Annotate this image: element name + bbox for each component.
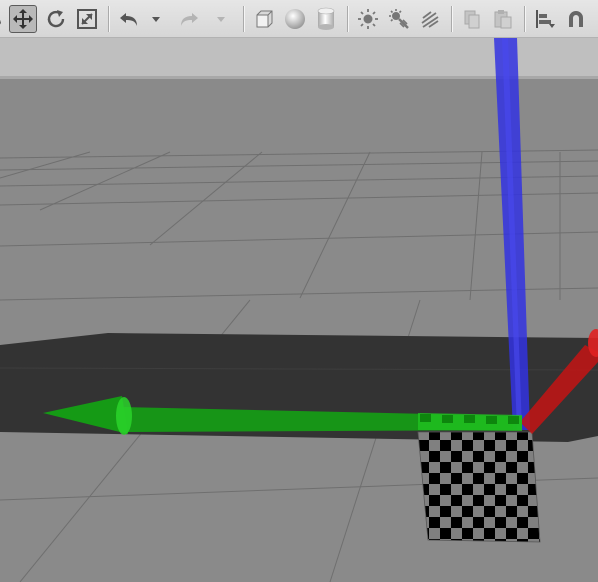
scale-mode-button[interactable]	[73, 5, 101, 33]
undo-icon	[120, 13, 137, 26]
dropdown-arrow-icon	[152, 17, 160, 22]
arrow-cursor-icon	[0, 19, 1, 25]
cylinder-icon	[317, 7, 335, 30]
scene-render	[0, 38, 598, 582]
rotate-mode-button[interactable]	[42, 5, 70, 33]
toolbar-separator	[524, 6, 526, 32]
redo-button[interactable]	[175, 5, 203, 33]
snap-button[interactable]	[562, 5, 590, 33]
scale-icon	[77, 9, 97, 29]
align-icon	[536, 10, 555, 28]
copy-icon	[464, 10, 480, 29]
redo-icon	[181, 13, 198, 26]
spot-light-icon	[389, 9, 409, 29]
sphere-shape-button[interactable]	[281, 5, 309, 33]
scene-viewport[interactable]	[0, 38, 598, 582]
paste-icon	[494, 10, 512, 29]
main-toolbar	[0, 0, 598, 38]
redo-history-button[interactable]	[213, 5, 229, 33]
toolbar-separator	[451, 6, 453, 32]
undo-button[interactable]	[115, 5, 143, 33]
rotate-icon	[47, 10, 65, 28]
toolbar-separator	[347, 6, 349, 32]
paste-button[interactable]	[489, 5, 517, 33]
dropdown-arrow-icon	[217, 17, 225, 22]
box-icon	[256, 10, 273, 28]
translate-mode-button[interactable]	[9, 5, 37, 33]
directional-light-icon	[421, 11, 439, 28]
checkerboard-target	[417, 431, 541, 543]
toolbar-separator	[243, 6, 245, 32]
point-light-icon	[358, 9, 378, 29]
move-arrows-icon	[13, 9, 33, 29]
box-shape-button[interactable]	[250, 5, 278, 33]
undo-history-button[interactable]	[148, 5, 164, 33]
select-mode-button[interactable]	[0, 5, 8, 33]
align-button[interactable]	[531, 5, 559, 33]
sphere-icon	[285, 9, 305, 29]
gazebo-window	[0, 0, 598, 582]
toolbar-separator	[108, 6, 110, 32]
point-light-button[interactable]	[354, 5, 382, 33]
cylinder-shape-button[interactable]	[312, 5, 340, 33]
directional-light-button[interactable]	[416, 5, 444, 33]
copy-button[interactable]	[458, 5, 486, 33]
magnet-icon	[569, 11, 583, 27]
spot-light-button[interactable]	[385, 5, 413, 33]
